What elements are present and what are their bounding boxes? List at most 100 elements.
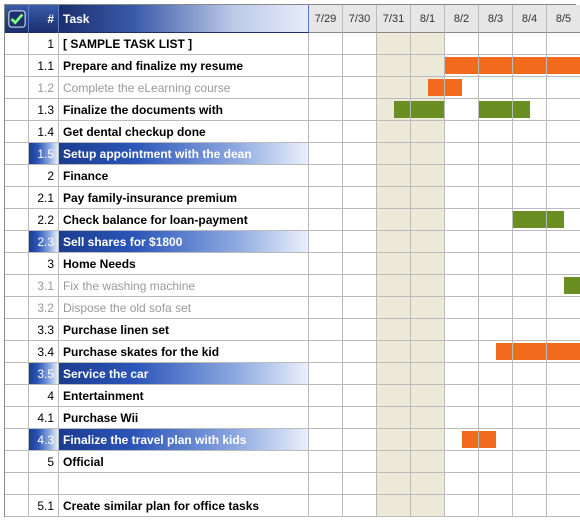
gantt-bar[interactable]	[564, 277, 580, 294]
gantt-cell[interactable]	[377, 429, 411, 451]
gantt-cell[interactable]	[547, 209, 580, 231]
check-cell[interactable]	[5, 231, 29, 253]
check-cell[interactable]	[5, 209, 29, 231]
task-cell[interactable]: Finance	[59, 165, 309, 187]
gantt-bar[interactable]	[479, 431, 496, 448]
gantt-cell[interactable]	[309, 209, 343, 231]
date-header-1[interactable]: 7/30	[343, 5, 377, 33]
gantt-cell[interactable]	[411, 495, 445, 517]
gantt-cell[interactable]	[309, 33, 343, 55]
date-header-7[interactable]: 8/5	[547, 5, 580, 33]
gantt-cell[interactable]	[411, 99, 445, 121]
gantt-cell[interactable]	[377, 363, 411, 385]
gantt-bar[interactable]	[513, 343, 546, 360]
check-cell[interactable]	[5, 121, 29, 143]
gantt-cell[interactable]	[547, 297, 580, 319]
gantt-cell[interactable]	[513, 495, 547, 517]
gantt-cell[interactable]	[445, 99, 479, 121]
gantt-cell[interactable]	[343, 253, 377, 275]
gantt-cell[interactable]	[513, 429, 547, 451]
gantt-cell[interactable]	[411, 363, 445, 385]
date-header-6[interactable]: 8/4	[513, 5, 547, 33]
gantt-cell[interactable]	[513, 363, 547, 385]
check-cell[interactable]	[5, 253, 29, 275]
check-cell[interactable]	[5, 55, 29, 77]
gantt-cell[interactable]	[411, 297, 445, 319]
date-header-5[interactable]: 8/3	[479, 5, 513, 33]
gantt-cell[interactable]	[445, 407, 479, 429]
gantt-cell[interactable]	[547, 187, 580, 209]
gantt-cell[interactable]	[445, 33, 479, 55]
gantt-cell[interactable]	[479, 55, 513, 77]
date-header-3[interactable]: 8/1	[411, 5, 445, 33]
gantt-cell[interactable]	[479, 385, 513, 407]
gantt-cell[interactable]	[343, 429, 377, 451]
gantt-cell[interactable]	[479, 429, 513, 451]
gantt-cell[interactable]	[343, 495, 377, 517]
task-header[interactable]: Task	[59, 5, 309, 33]
gantt-bar[interactable]	[411, 101, 444, 118]
gantt-cell[interactable]	[309, 77, 343, 99]
gantt-cell[interactable]	[309, 253, 343, 275]
gantt-cell[interactable]	[547, 341, 580, 363]
gantt-cell[interactable]	[513, 385, 547, 407]
check-cell[interactable]	[5, 187, 29, 209]
gantt-cell[interactable]	[309, 99, 343, 121]
gantt-cell[interactable]	[547, 429, 580, 451]
task-cell[interactable]: Pay family-insurance premium	[59, 187, 309, 209]
gantt-cell[interactable]	[445, 231, 479, 253]
task-cell[interactable]: Setup appointment with the dean	[59, 143, 309, 165]
gantt-cell[interactable]	[309, 385, 343, 407]
check-cell[interactable]	[5, 363, 29, 385]
gantt-cell[interactable]	[343, 407, 377, 429]
gantt-cell[interactable]	[445, 451, 479, 473]
gantt-cell[interactable]	[411, 187, 445, 209]
check-cell[interactable]	[5, 297, 29, 319]
gantt-cell[interactable]	[309, 165, 343, 187]
check-cell[interactable]	[5, 77, 29, 99]
gantt-cell[interactable]	[513, 77, 547, 99]
gantt-bar[interactable]	[547, 211, 564, 228]
gantt-cell[interactable]	[513, 407, 547, 429]
gantt-cell[interactable]	[547, 275, 580, 297]
gantt-cell[interactable]	[445, 495, 479, 517]
gantt-cell[interactable]	[513, 121, 547, 143]
gantt-cell[interactable]	[377, 143, 411, 165]
gantt-cell[interactable]	[513, 33, 547, 55]
gantt-cell[interactable]	[547, 77, 580, 99]
gantt-cell[interactable]	[445, 165, 479, 187]
gantt-cell[interactable]	[309, 231, 343, 253]
gantt-cell[interactable]	[309, 319, 343, 341]
task-cell[interactable]: Purchase skates for the kid	[59, 341, 309, 363]
gantt-cell[interactable]	[377, 165, 411, 187]
gantt-cell[interactable]	[547, 495, 580, 517]
gantt-cell[interactable]	[377, 473, 411, 495]
gantt-cell[interactable]	[411, 451, 445, 473]
gantt-cell[interactable]	[343, 121, 377, 143]
gantt-cell[interactable]	[479, 209, 513, 231]
gantt-cell[interactable]	[479, 187, 513, 209]
gantt-bar[interactable]	[513, 57, 546, 74]
gantt-cell[interactable]	[377, 33, 411, 55]
gantt-cell[interactable]	[479, 33, 513, 55]
gantt-cell[interactable]	[445, 363, 479, 385]
gantt-cell[interactable]	[513, 341, 547, 363]
gantt-cell[interactable]	[513, 451, 547, 473]
gantt-cell[interactable]	[309, 55, 343, 77]
gantt-cell[interactable]	[513, 275, 547, 297]
gantt-cell[interactable]	[343, 33, 377, 55]
gantt-cell[interactable]	[377, 275, 411, 297]
task-cell[interactable]: Sell shares for $1800	[59, 231, 309, 253]
gantt-cell[interactable]	[343, 473, 377, 495]
gantt-cell[interactable]	[479, 297, 513, 319]
gantt-cell[interactable]	[309, 143, 343, 165]
task-cell[interactable]: Purchase Wii	[59, 407, 309, 429]
gantt-cell[interactable]	[445, 77, 479, 99]
gantt-cell[interactable]	[479, 275, 513, 297]
gantt-cell[interactable]	[411, 77, 445, 99]
gantt-cell[interactable]	[547, 253, 580, 275]
gantt-bar[interactable]	[428, 79, 445, 96]
gantt-cell[interactable]	[479, 165, 513, 187]
gantt-cell[interactable]	[343, 55, 377, 77]
gantt-cell[interactable]	[343, 165, 377, 187]
